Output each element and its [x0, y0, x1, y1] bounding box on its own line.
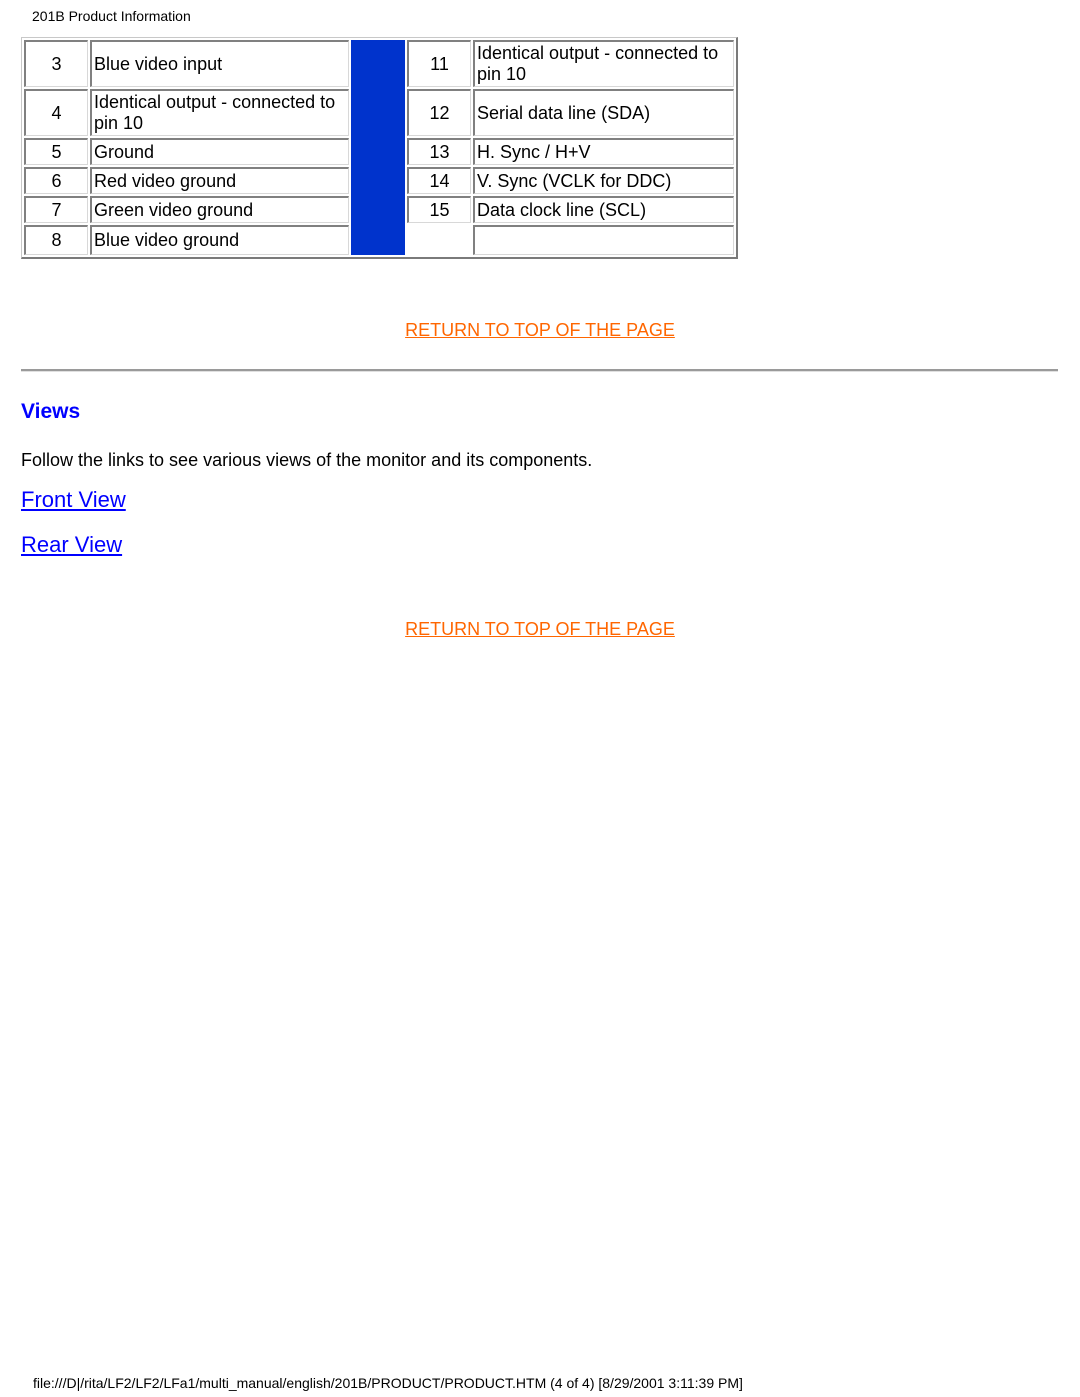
blue-divider [351, 40, 405, 255]
pin-description: Data clock line (SCL) [473, 196, 734, 223]
pin-number: 15 [407, 196, 471, 223]
pin-number: 3 [24, 40, 88, 87]
pin-description: Serial data line (SDA) [473, 89, 734, 136]
pin-number: 6 [24, 167, 88, 194]
rear-view-link[interactable]: Rear View [21, 532, 122, 558]
pin-number: 7 [24, 196, 88, 223]
pin-description: Red video ground [90, 167, 349, 194]
pin-description-empty [473, 225, 734, 255]
views-intro-text: Follow the links to see various views of… [21, 450, 593, 470]
pin-number: 5 [24, 138, 88, 165]
pin-number: 8 [24, 225, 88, 255]
pin-assignment-table: 3 Blue video input 11 Identical output -… [21, 37, 738, 259]
pin-number: 13 [407, 138, 471, 165]
pin-number-empty [407, 225, 471, 255]
footer-file-path: file:///D|/rita/LF2/LF2/LFa1/multi_manua… [33, 1375, 743, 1391]
pin-description: Green video ground [90, 196, 349, 223]
horizontal-rule [21, 369, 1058, 372]
return-to-top-link[interactable]: RETURN TO TOP OF THE PAGE [0, 619, 1080, 640]
section-title-views: Views [21, 400, 81, 423]
pin-number: 11 [407, 40, 471, 87]
pin-number: 12 [407, 89, 471, 136]
table-row: 3 Blue video input 11 Identical output -… [24, 40, 734, 255]
pin-description: Blue video input [90, 40, 349, 87]
pin-description: V. Sync (VCLK for DDC) [473, 167, 734, 194]
front-view-link[interactable]: Front View [21, 487, 126, 513]
pin-description: Ground [90, 138, 349, 165]
pin-description: Identical output - connected to pin 10 [473, 40, 734, 87]
pin-number: 4 [24, 89, 88, 136]
return-to-top-link[interactable]: RETURN TO TOP OF THE PAGE [0, 320, 1080, 341]
pin-description: Identical output - connected to pin 10 [90, 89, 349, 136]
page-header-title: 201B Product Information [32, 8, 191, 24]
pin-description: H. Sync / H+V [473, 138, 734, 165]
pin-number: 14 [407, 167, 471, 194]
pin-description: Blue video ground [90, 225, 349, 255]
